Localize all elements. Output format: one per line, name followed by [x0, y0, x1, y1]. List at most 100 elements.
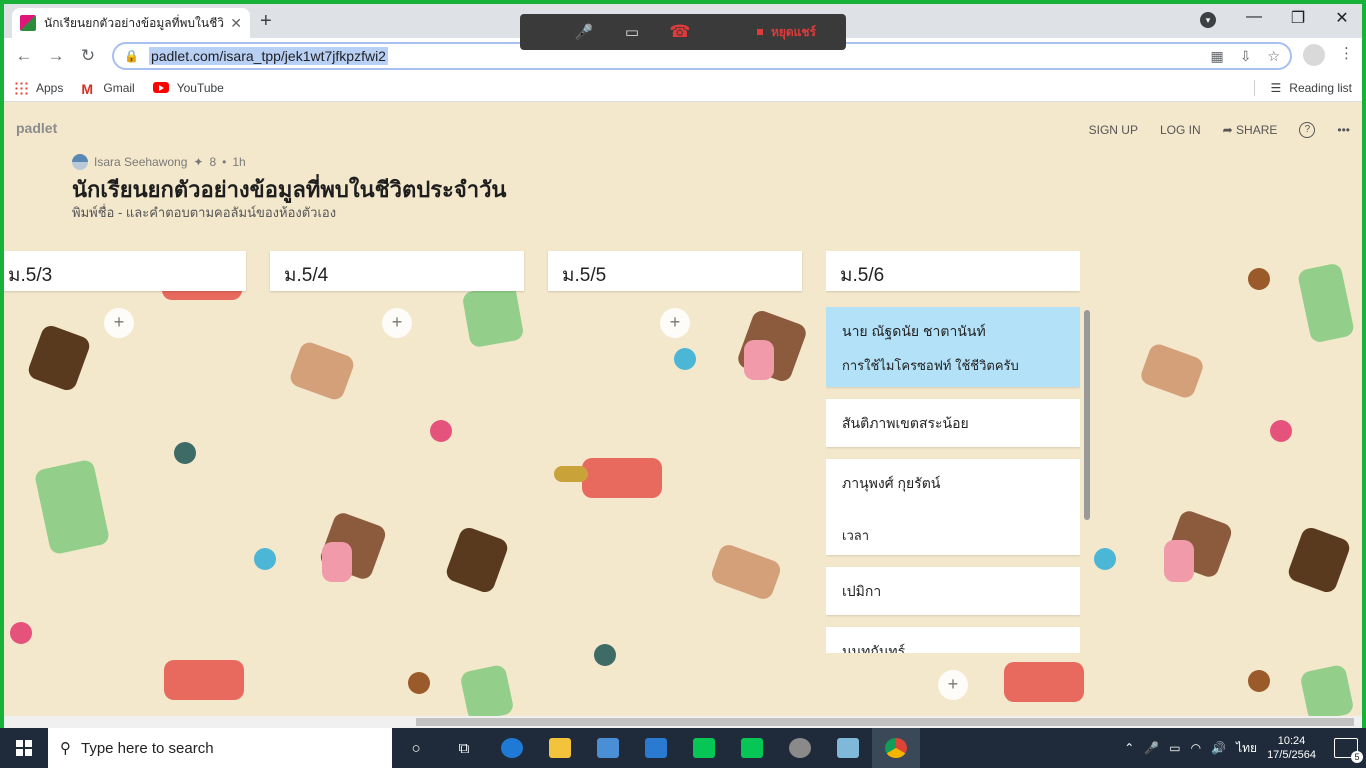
notification-icon[interactable]: 5 [1334, 738, 1363, 763]
search-placeholder: Type here to search [81, 739, 214, 757]
bookmark-star-icon[interactable]: ☆ [1267, 48, 1280, 65]
bookmark-apps[interactable]: Apps [14, 80, 63, 95]
close-window-button[interactable]: ✕ [1322, 8, 1362, 28]
post-card[interactable]: สันติภาพเขตสระน้อย [826, 399, 1080, 447]
browser-window: นักเรียนยกตัวอย่างข้อมูลที่พบในชีวิตประจ… [0, 0, 1366, 728]
add-post-button[interactable]: + [104, 308, 134, 338]
add-post-button[interactable]: + [382, 308, 412, 338]
like-count: 8 [209, 155, 217, 169]
post-title: นนทกันทร์ [842, 643, 906, 653]
battery-icon[interactable]: ▭ [1169, 741, 1180, 755]
scribble-decoration [674, 348, 696, 370]
scribble-decoration [254, 548, 276, 570]
scribble-decoration [1248, 268, 1270, 290]
post-card[interactable]: เปมิกา [826, 567, 1080, 615]
share-button[interactable]: ➦ SHARE [1223, 123, 1278, 137]
post-card[interactable]: ภานุพงศ์ กุยรัตน์ เวลา [826, 459, 1080, 555]
reload-icon[interactable]: ↻ [72, 46, 104, 66]
scribble-decoration [1094, 548, 1116, 570]
horizontal-scrollbar[interactable] [4, 716, 1362, 728]
column-m53: ม.5/3 [4, 251, 246, 291]
lock-icon[interactable]: 🔒 [124, 49, 139, 63]
profile-avatar-icon[interactable] [1303, 44, 1325, 66]
ice-cream-decoration [1285, 525, 1353, 595]
new-tab-button[interactable]: + [260, 10, 272, 33]
ice-cream-decoration [25, 323, 93, 393]
app-icon[interactable] [824, 728, 872, 768]
scribble-decoration [1270, 420, 1292, 442]
taskbar-search[interactable]: ⚲ Type here to search [48, 728, 392, 768]
qr-code-icon[interactable]: ▦ [1210, 48, 1223, 65]
start-button[interactable] [0, 728, 48, 768]
back-icon[interactable]: ← [8, 46, 40, 66]
log-in-button[interactable]: LOG IN [1160, 123, 1201, 137]
column-scrollbar[interactable] [1084, 310, 1090, 520]
wifi-icon[interactable]: ◠ [1191, 741, 1201, 755]
popsicle-decoration [459, 663, 515, 718]
store-icon[interactable] [584, 728, 632, 768]
chevron-up-icon[interactable]: ⌃ [1124, 741, 1134, 755]
help-icon[interactable]: ? [1299, 122, 1316, 138]
edge-icon[interactable] [488, 728, 536, 768]
column-title: ม.5/5 [548, 251, 802, 291]
padlet-favicon-icon [20, 15, 36, 31]
post-title: ภานุพงศ์ กุยรัตน์ [842, 475, 941, 491]
add-post-button[interactable]: + [660, 308, 690, 338]
bookmark-gmail[interactable]: M Gmail [81, 80, 134, 97]
popsicle-decoration [1004, 662, 1084, 702]
more-icon[interactable]: ••• [1337, 123, 1350, 137]
scribble-decoration [408, 672, 430, 694]
bookmarks-bar: Apps M Gmail YouTube ☰ Reading list [4, 74, 1362, 102]
forward-icon[interactable]: → [40, 46, 72, 66]
column-m55: ม.5/5 [548, 251, 802, 291]
stop-sharing-button[interactable]: หยุดแชร์ [756, 23, 834, 42]
chrome-icon[interactable] [872, 728, 920, 768]
microphone-icon[interactable]: 🎤 [560, 23, 608, 41]
mail-icon[interactable] [632, 728, 680, 768]
tab-search-icon[interactable]: ▾ [1200, 12, 1216, 28]
column-title: ม.5/4 [270, 251, 524, 291]
task-view-icon[interactable]: ⧉ [440, 728, 488, 768]
hang-up-icon[interactable]: ☎ [656, 22, 704, 42]
post-title: เปมิกา [842, 583, 882, 599]
volume-icon[interactable]: 🔊 [1211, 741, 1226, 755]
file-explorer-icon[interactable] [536, 728, 584, 768]
camera-off-icon[interactable]: ▭ [608, 23, 656, 41]
browser-tab[interactable]: นักเรียนยกตัวอย่างข้อมูลที่พบในชีวิตประจ… [12, 8, 250, 38]
cortana-icon[interactable]: ○ [392, 728, 440, 768]
bookmark-youtube[interactable]: YouTube [152, 81, 224, 95]
cone-decoration [287, 339, 357, 403]
url-text[interactable]: padlet.com/isara_tpp/jek1wt7jfkpzfwi2 [148, 47, 388, 65]
windows-icon [16, 740, 32, 756]
author-line: Isara Seehawong ✦ 8 • 1h [72, 154, 246, 170]
column-title: ม.5/6 [826, 251, 1080, 291]
menu-dots-icon[interactable]: ⋮ [1339, 44, 1354, 66]
ice-cream-decoration [322, 542, 352, 582]
ice-cream-decoration [443, 525, 511, 595]
popsicle-decoration [1296, 262, 1356, 344]
post-card[interactable]: นาย ณัฐดนัย ชาตานันท์ การใช้ไมโครซอฟท์ ใ… [826, 307, 1080, 387]
maximize-button[interactable]: ❐ [1278, 8, 1318, 28]
sign-up-button[interactable]: SIGN UP [1089, 123, 1138, 137]
reading-list-icon: ☰ [1270, 80, 1282, 95]
add-post-button[interactable]: + [938, 670, 968, 700]
scribble-decoration [430, 420, 452, 442]
clock[interactable]: 10:24 17/5/2564 [1267, 734, 1316, 762]
post-body: เวลา [842, 528, 870, 543]
line-icon[interactable] [680, 728, 728, 768]
padlet-logo[interactable]: padlet [16, 120, 57, 136]
install-app-icon[interactable]: ⇩ [1240, 48, 1252, 65]
popsicle-decoration [33, 458, 111, 556]
popsicle-decoration [582, 458, 662, 498]
line-icon[interactable] [728, 728, 776, 768]
minimize-button[interactable]: — [1234, 8, 1274, 26]
cone-decoration [1138, 341, 1206, 401]
post-card[interactable]: นนทกันทร์ [826, 627, 1080, 653]
microphone-tray-icon[interactable]: 🎤 [1144, 741, 1159, 755]
gmail-icon: M [81, 80, 94, 97]
close-tab-icon[interactable]: ✕ [230, 15, 242, 32]
reading-list-button[interactable]: ☰ Reading list [1253, 79, 1352, 96]
popsicle-decoration [164, 660, 244, 700]
language-indicator[interactable]: ไทย [1236, 739, 1257, 758]
media-player-icon[interactable] [776, 728, 824, 768]
